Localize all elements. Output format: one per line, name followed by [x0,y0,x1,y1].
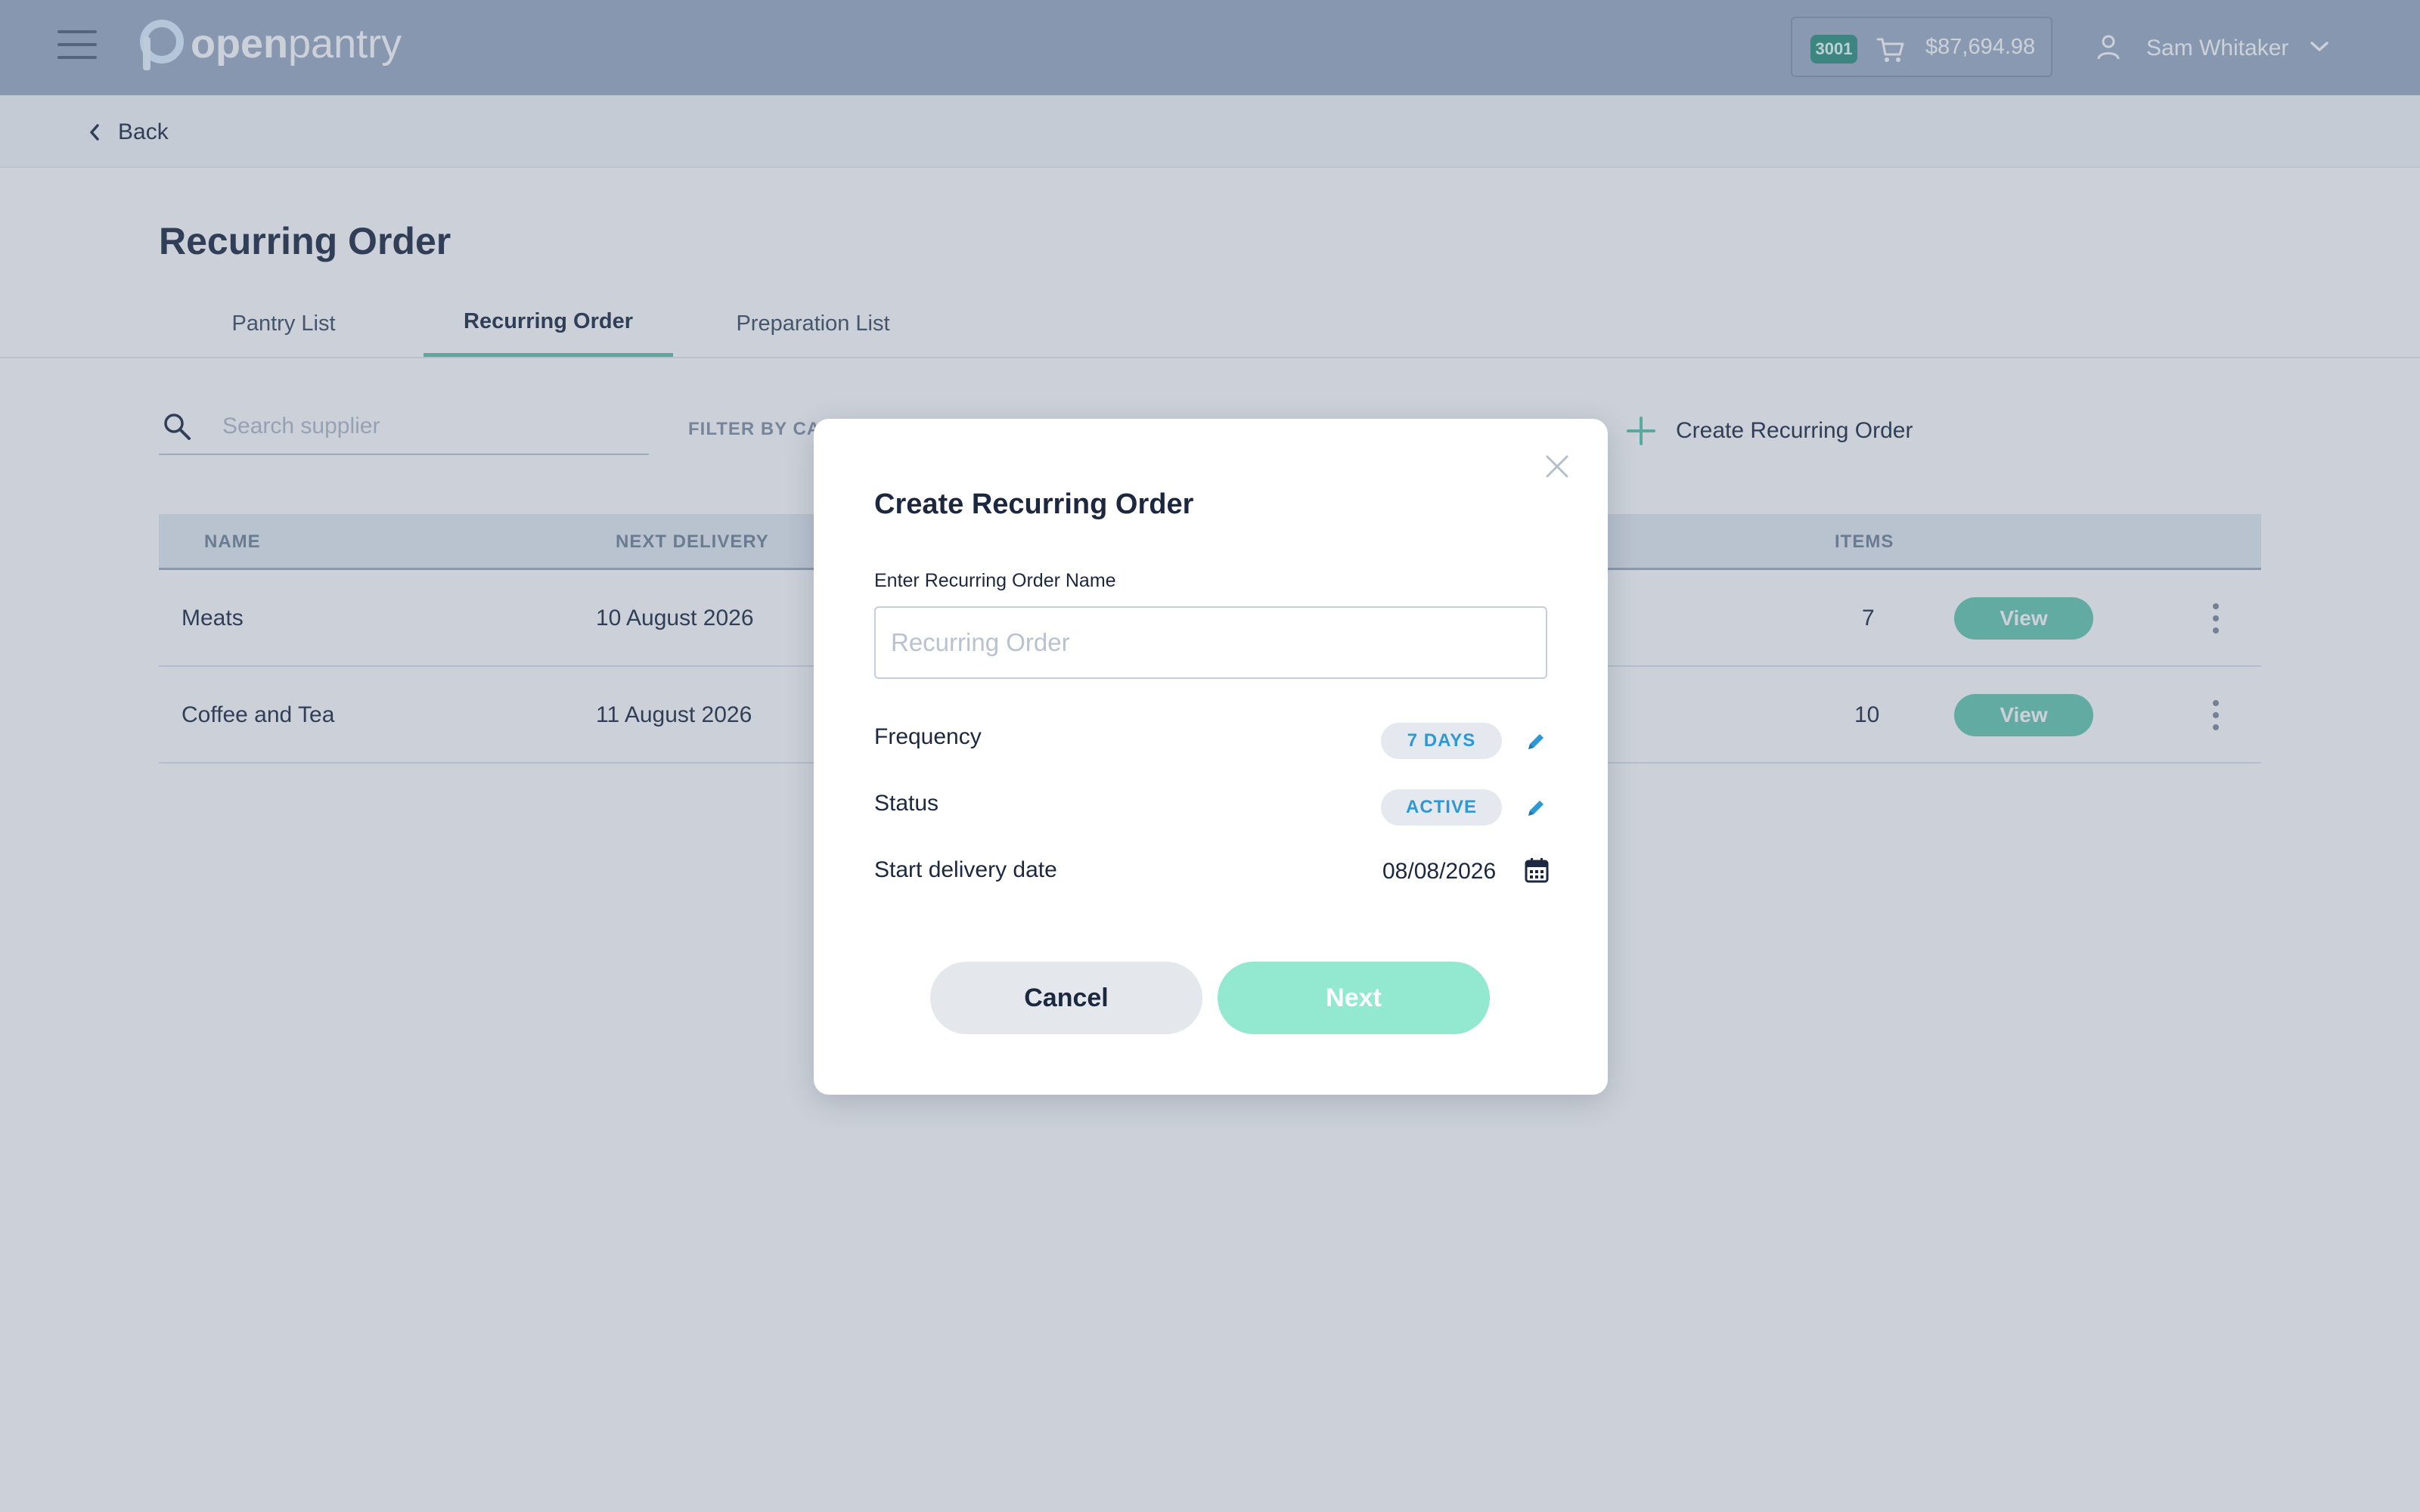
next-button[interactable]: Next [1218,962,1490,1034]
create-recurring-order-modal: Create Recurring Order Enter Recurring O… [814,419,1608,1095]
edit-frequency-icon[interactable] [1525,730,1547,753]
start-delivery-date-label: Start delivery date [874,857,1057,882]
frequency-badge: 7 DAYS [1381,723,1502,759]
status-label: Status [874,791,939,816]
order-name-label: Enter Recurring Order Name [874,570,1116,591]
frequency-label: Frequency [874,724,982,749]
cancel-button[interactable]: Cancel [930,962,1202,1034]
order-name-input[interactable] [874,606,1547,679]
close-icon[interactable] [1544,454,1570,479]
status-badge: ACTIVE [1381,789,1502,826]
edit-status-icon[interactable] [1525,797,1547,820]
start-delivery-date-value[interactable]: 08/08/2026 [1382,859,1496,885]
calendar-icon[interactable] [1525,857,1549,883]
modal-title: Create Recurring Order [874,488,1194,520]
